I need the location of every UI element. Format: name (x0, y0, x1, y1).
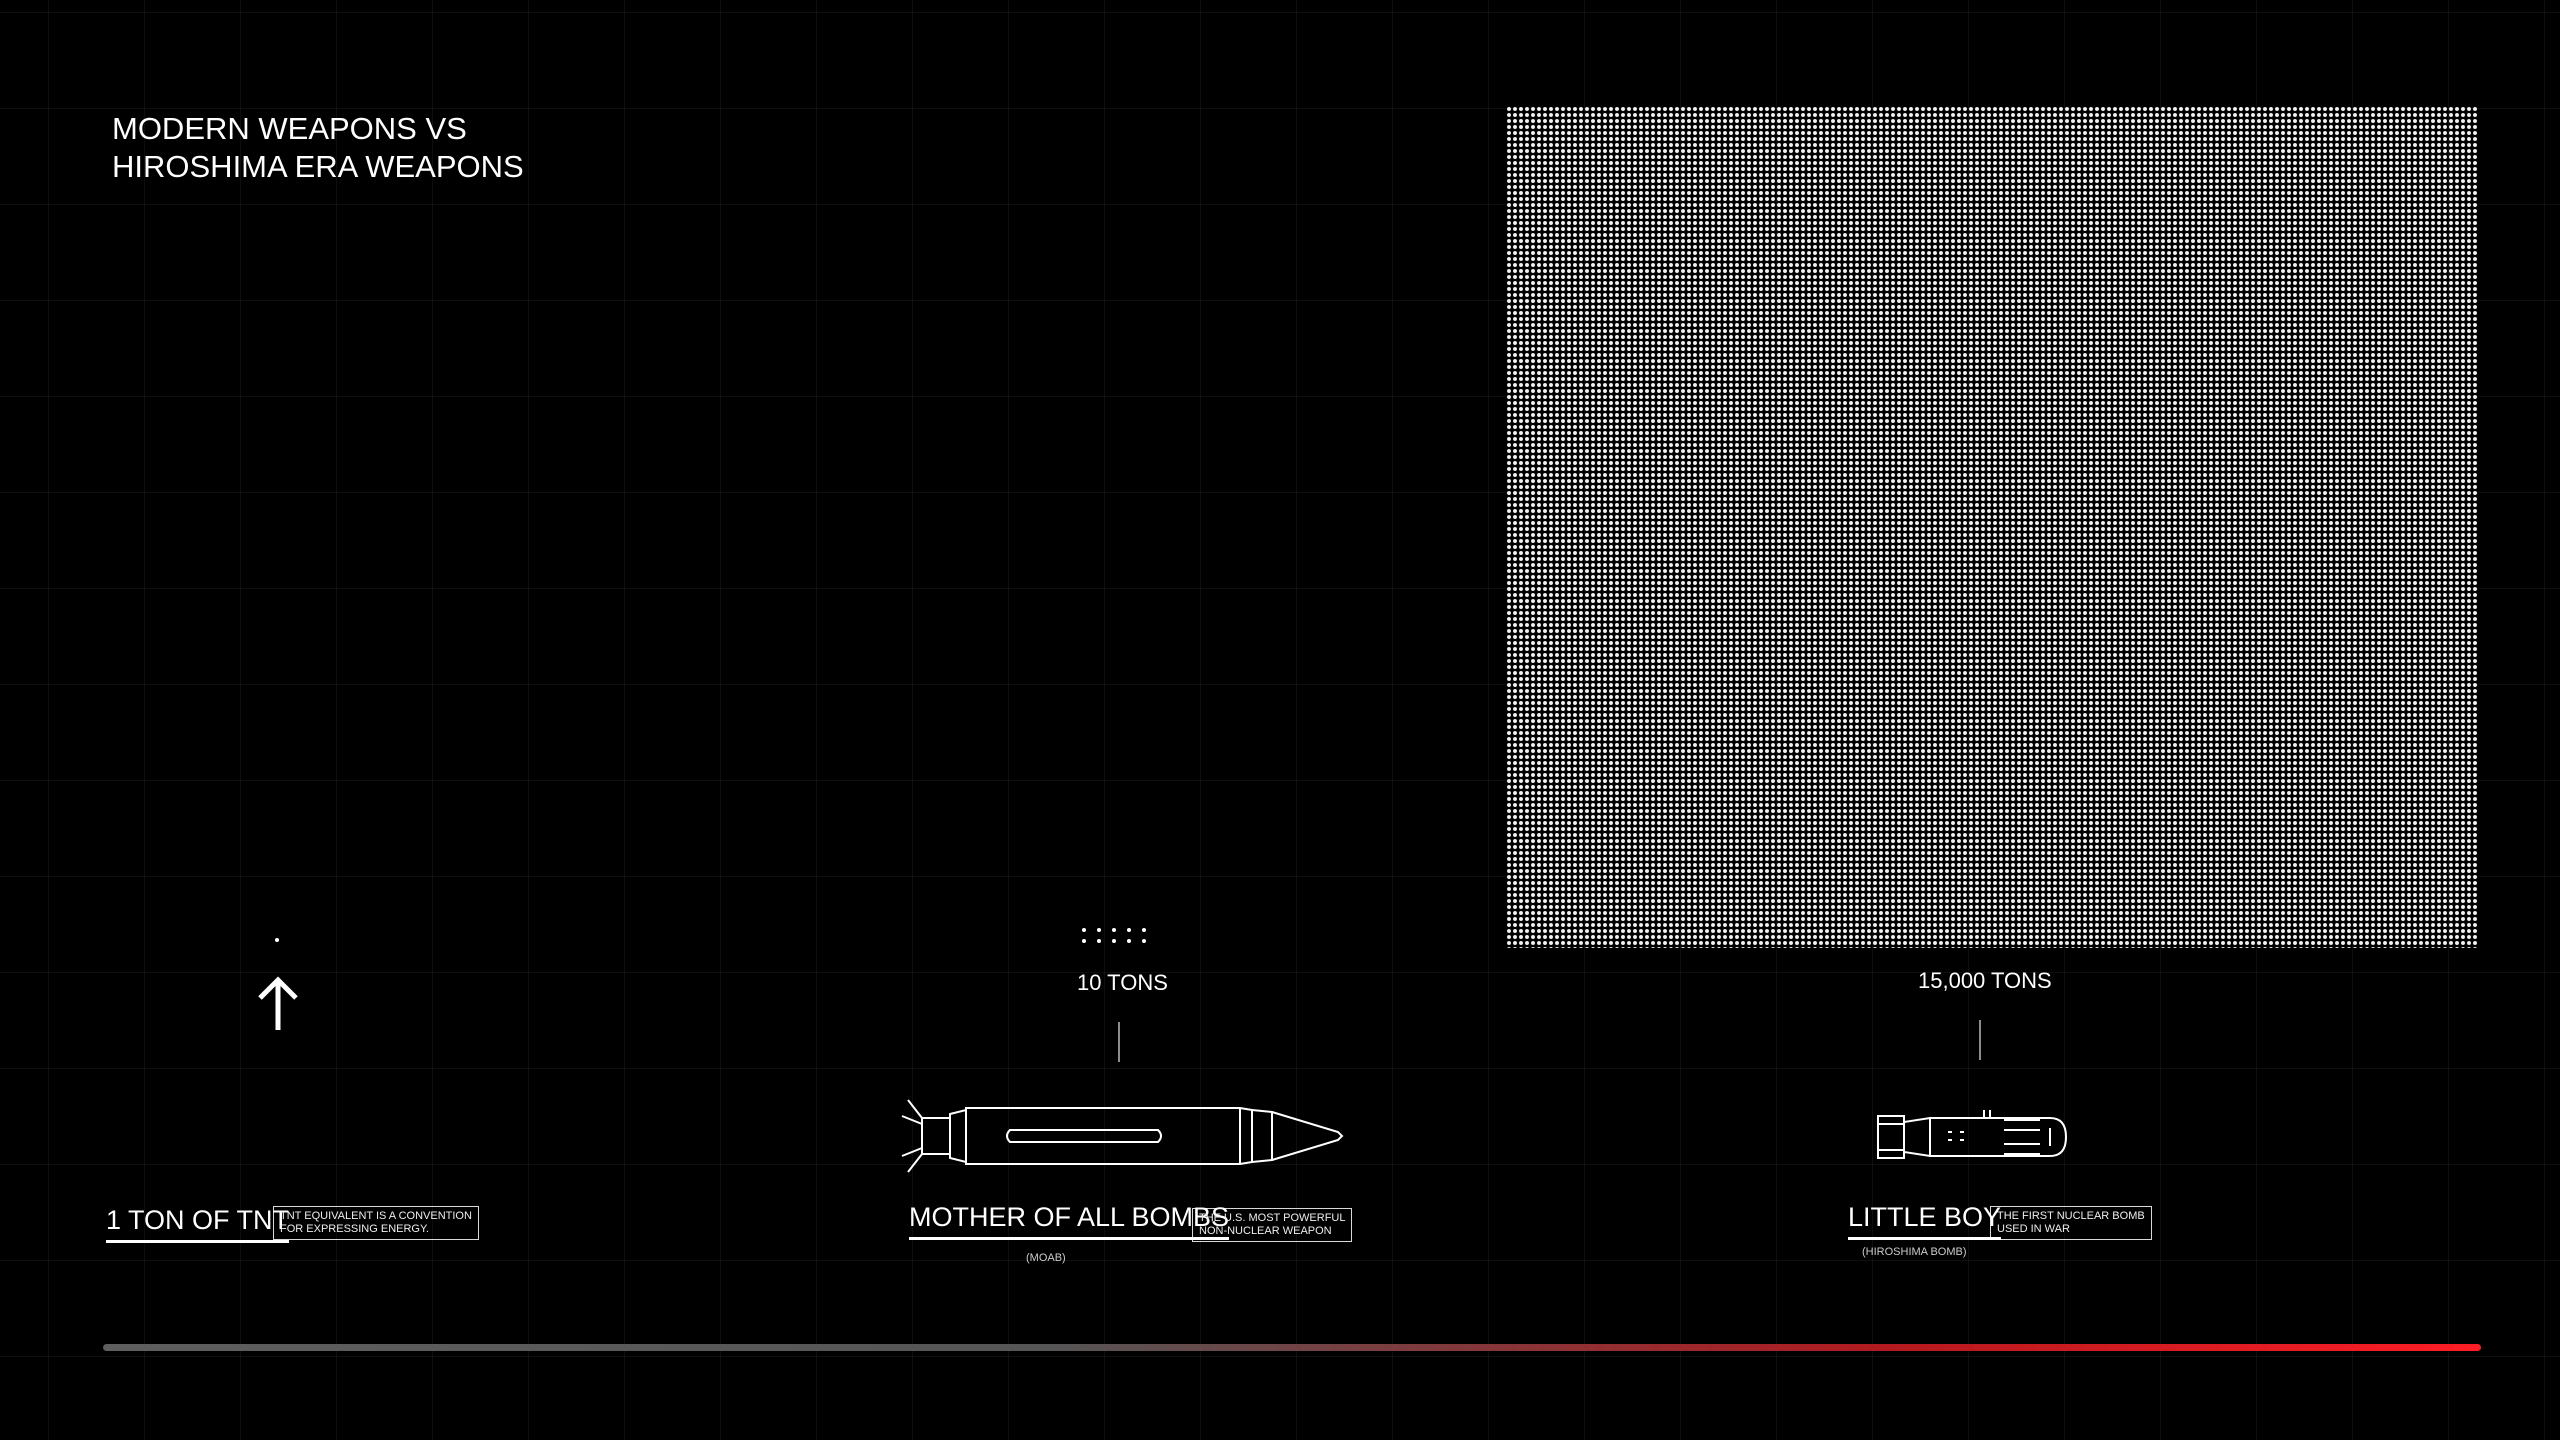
tnt-description-line-2: FOR EXPRESSING ENERGY. (280, 1223, 429, 1235)
page-title: MODERN WEAPONS VS HIROSHIMA ERA WEAPONS (112, 110, 524, 186)
little-boy-name-label: LITTLE BOY (1848, 1202, 2002, 1240)
title-line-2: HIROSHIMA ERA WEAPONS (112, 149, 524, 184)
little-boy-description-line-1: THE FIRST NUCLEAR BOMB (1997, 1210, 2145, 1222)
little-boy-bomb-icon (1877, 1110, 2068, 1159)
arrow-up-icon (258, 976, 298, 1030)
moab-connector-line (1118, 1022, 1120, 1062)
moab-yield-label: 10 TONS (1077, 970, 1168, 995)
moab-yield-dots (1080, 926, 1152, 944)
tnt-yield-dot (275, 938, 279, 942)
tnt-description-line-1: TNT EQUIVALENT IS A CONVENTION (280, 1210, 472, 1222)
moab-description-box: THE U.S. MOST POWERFUL NON-NUCLEAR WEAPO… (1192, 1208, 1353, 1242)
little-boy-description-line-2: USED IN WAR (1997, 1223, 2070, 1235)
moab-name-label: MOTHER OF ALL BOMBS (909, 1202, 1230, 1240)
tnt-description-box: TNT EQUIVALENT IS A CONVENTION FOR EXPRE… (273, 1206, 479, 1240)
little-boy-description-box: THE FIRST NUCLEAR BOMB USED IN WAR (1990, 1206, 2152, 1240)
little-boy-subtitle: (HIROSHIMA BOMB) (1862, 1246, 1967, 1258)
moab-description-line-1: THE U.S. MOST POWERFUL (1199, 1212, 1346, 1224)
little-boy-yield-dot-grid (1506, 106, 2478, 948)
moab-description-line-2: NON-NUCLEAR WEAPON (1199, 1225, 1332, 1237)
tnt-name-label: 1 TON OF TNT (106, 1205, 290, 1243)
moab-bomb-icon (901, 1099, 1344, 1173)
little-boy-yield-label: 15,000 TONS (1918, 968, 2052, 993)
scale-gradient-bar (103, 1344, 2481, 1351)
title-line-1: MODERN WEAPONS VS (112, 111, 467, 146)
little-boy-connector-line (1979, 1020, 1981, 1060)
moab-subtitle: (MOAB) (1026, 1252, 1066, 1264)
